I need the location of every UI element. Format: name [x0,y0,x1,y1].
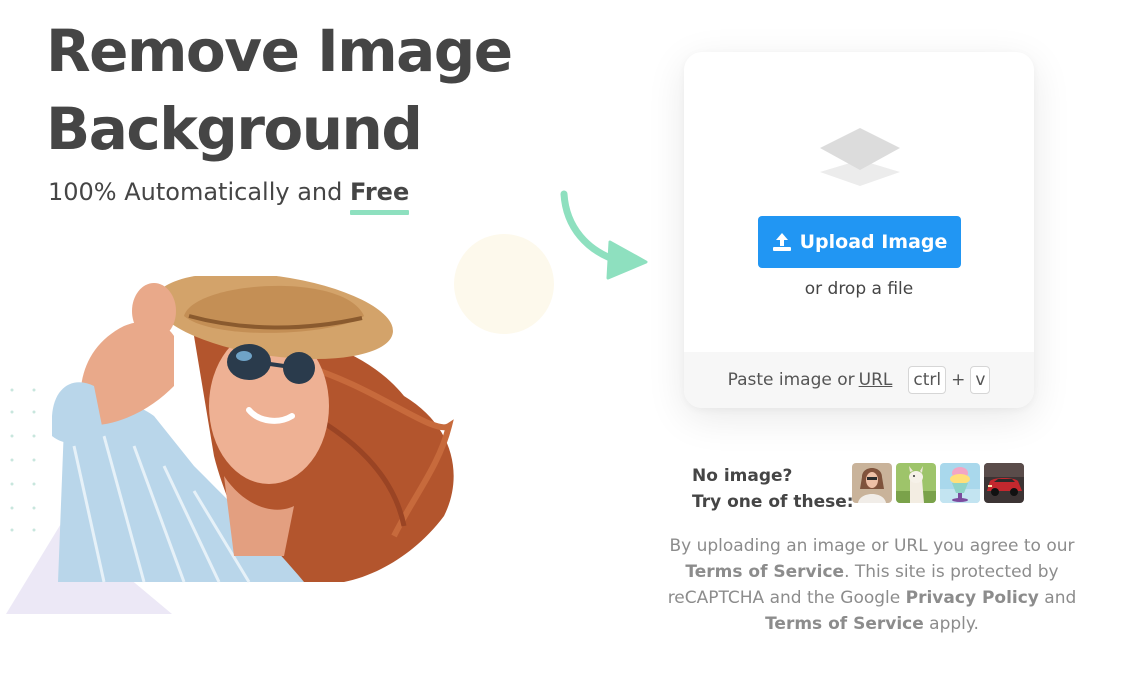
upload-card[interactable]: Upload Image or drop a file Paste image … [684,52,1034,408]
key-plus: + [951,370,966,390]
upload-icon [772,233,791,251]
page: Remove Image Background 100% Automatical… [0,0,1134,678]
samples-label: No image? Try one of these: [692,463,854,515]
legal-text-1: By uploading an image or URL you agree t… [669,536,1075,556]
samples-label-line-1: No image? [692,466,793,486]
curved-arrow-icon [560,190,648,280]
hero-woman-photo [52,276,454,583]
privacy-policy-link[interactable]: Privacy Policy [906,588,1039,608]
terms-of-service-link[interactable]: Terms of Service [685,562,844,582]
paste-image-text: Paste image or [727,370,855,390]
samples-label-line-2: Try one of these: [692,492,854,512]
key-v: v [970,366,991,394]
upload-button-label: Upload Image [799,231,948,253]
page-title-line-2: Background [46,95,423,163]
subtitle-text: 100% Automatically and [48,178,350,206]
key-ctrl: ctrl [908,366,947,394]
legal-text-4: apply. [923,614,979,634]
sample-ice-cream-thumbnail[interactable] [940,463,980,503]
layers-icon [820,128,900,186]
paste-url-link[interactable]: URL [859,370,893,390]
subtitle-highlight-free: Free [349,174,410,215]
sample-images [852,463,1024,503]
sample-woman-thumbnail[interactable] [852,463,892,503]
drop-file-text: or drop a file [804,279,914,299]
upload-image-button[interactable]: Upload Image [758,216,961,268]
legal-notice: By uploading an image or URL you agree t… [666,533,1078,637]
sample-car-thumbnail[interactable] [984,463,1024,503]
decorative-dots [10,388,36,532]
sample-llama-thumbnail[interactable] [896,463,936,503]
page-subtitle: 100% Automatically and Free [48,174,410,215]
page-title-line-1: Remove Image [46,17,513,85]
legal-text-3: and [1038,588,1077,608]
google-terms-of-service-link[interactable]: Terms of Service [765,614,924,634]
decorative-circle [454,234,554,334]
page-title: Remove Image Background [46,12,606,168]
paste-bar: Paste image or URL ctrl + v [684,352,1034,408]
